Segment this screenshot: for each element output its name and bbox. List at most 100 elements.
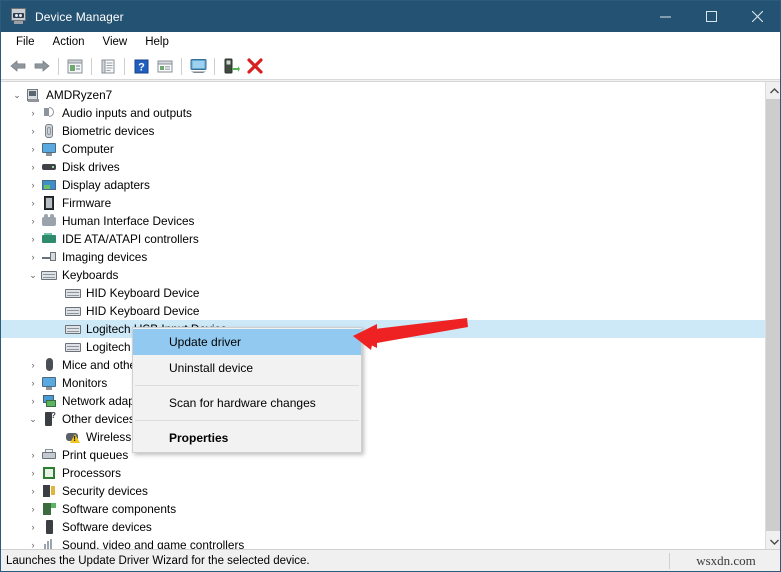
tree-row-audio[interactable]: › Audio inputs and outputs: [1, 104, 765, 122]
forward-icon[interactable]: [30, 55, 54, 78]
context-menu-item-properties[interactable]: Properties: [133, 425, 361, 451]
tree-item-label: Processors: [62, 466, 122, 480]
status-message: Launches the Update Driver Wizard for th…: [6, 554, 310, 567]
chevron-right-icon[interactable]: ›: [25, 522, 41, 532]
tree-item-label: Monitors: [62, 376, 108, 390]
chevron-right-icon[interactable]: ›: [25, 378, 41, 388]
chevron-down-icon[interactable]: ⌄: [25, 414, 41, 425]
chevron-right-icon[interactable]: ›: [25, 252, 41, 262]
help-icon[interactable]: ?: [129, 55, 153, 78]
chevron-right-icon[interactable]: ›: [25, 216, 41, 226]
chevron-right-icon[interactable]: ›: [25, 468, 41, 478]
menu-action[interactable]: Action: [44, 34, 94, 50]
chevron-right-icon[interactable]: ›: [25, 108, 41, 118]
watermark: wsxdn.com: [696, 552, 756, 568]
tree-row-processors[interactable]: › Processors: [1, 464, 765, 482]
tree-row-disk-drives[interactable]: › Disk drives: [1, 158, 765, 176]
tree-row-mice[interactable]: › Mice and other pointing devices: [1, 356, 765, 374]
uninstall-device-icon[interactable]: [243, 55, 267, 78]
chevron-right-icon[interactable]: ›: [25, 360, 41, 370]
chevron-down-icon[interactable]: ⌄: [25, 270, 41, 281]
keyboard-device-icon: [65, 339, 81, 355]
tree-item-label: Firmware: [62, 196, 112, 210]
chevron-right-icon[interactable]: ›: [25, 144, 41, 154]
update-driver-icon[interactable]: [219, 55, 243, 78]
tree-row-biometric[interactable]: › Biometric devices: [1, 122, 765, 140]
properties-icon[interactable]: [96, 55, 120, 78]
tree-row-computer[interactable]: › Computer: [1, 140, 765, 158]
tree-item-label: Disk drives: [62, 160, 120, 174]
keyboard-device-icon: [65, 321, 81, 337]
chevron-right-icon[interactable]: ›: [25, 198, 41, 208]
imaging-icon: [41, 249, 57, 265]
chevron-right-icon[interactable]: ›: [25, 234, 41, 244]
chevron-right-icon[interactable]: ›: [25, 162, 41, 172]
chevron-right-icon[interactable]: ›: [25, 126, 41, 136]
chevron-right-icon[interactable]: ›: [25, 450, 41, 460]
tree-row-keyboards[interactable]: ⌄ Keyboards: [1, 266, 765, 284]
tree-row-hid-keyboard-device-2[interactable]: HID Keyboard Device: [1, 302, 765, 320]
toolbar: ?: [1, 53, 780, 80]
tree-row-hid-keyboard-device-1[interactable]: HID Keyboard Device: [1, 284, 765, 302]
device-tree-panel: ⌄ AMDRyzen7 › Audio inputs and outputs ›…: [1, 81, 780, 550]
tree-item-label: Computer: [62, 142, 114, 156]
show-hide-console-tree-icon[interactable]: [63, 55, 87, 78]
disk-icon: [41, 159, 57, 175]
tree-row-sound-video-game-controllers[interactable]: › Sound, video and game controllers: [1, 536, 765, 550]
tree-row-other-devices[interactable]: ⌄ ? Other devices: [1, 410, 765, 428]
tree-row-print-queues[interactable]: › Print queues: [1, 446, 765, 464]
tree-row-logitech-usb-input-device-2[interactable]: Logitech USB Input Device: [1, 338, 765, 356]
tree-row-wireless-gamepad-f710[interactable]: Wireless Gamepad F710: [1, 428, 765, 446]
context-menu-separator: [135, 420, 359, 421]
context-menu-item-uninstall-device[interactable]: Uninstall device: [133, 355, 361, 381]
mouse-icon: [41, 357, 57, 373]
security-device-icon: [41, 483, 57, 499]
device-manager-icon: [10, 8, 27, 25]
tree-item-label: IDE ATA/ATAPI controllers: [62, 232, 199, 246]
tree-row-hid[interactable]: › Human Interface Devices: [1, 212, 765, 230]
tree-row-imaging[interactable]: › Imaging devices: [1, 248, 765, 266]
chevron-right-icon[interactable]: ›: [25, 504, 41, 514]
tree-row-monitors[interactable]: › Monitors: [1, 374, 765, 392]
close-button[interactable]: [734, 1, 780, 32]
tree-row-software-components[interactable]: › Software components: [1, 500, 765, 518]
scroll-down-button[interactable]: [766, 533, 780, 550]
tree-row-firmware[interactable]: › Firmware: [1, 194, 765, 212]
context-menu-item-update-driver[interactable]: Update driver: [133, 329, 361, 355]
tree-row-network-adapters[interactable]: › Network adapters: [1, 392, 765, 410]
toolbar-separator: [124, 57, 125, 75]
keyboard-device-icon: [65, 285, 81, 301]
tree-row-logitech-usb-input-device-1[interactable]: Logitech USB Input Device: [1, 320, 765, 338]
toolbar-separator: [214, 57, 215, 75]
svg-text:?: ?: [138, 61, 145, 73]
chevron-right-icon[interactable]: ›: [25, 396, 41, 406]
title-bar: Device Manager: [1, 1, 780, 32]
biometric-icon: [41, 123, 57, 139]
scan-for-hardware-changes-icon[interactable]: [186, 55, 210, 78]
tree-row-security-devices[interactable]: › Security devices: [1, 482, 765, 500]
scrollbar-thumb[interactable]: [766, 99, 780, 531]
chevron-right-icon[interactable]: ›: [25, 180, 41, 190]
ide-controller-icon: [41, 231, 57, 247]
menu-help[interactable]: Help: [136, 34, 178, 50]
context-menu-item-scan-for-hardware-changes[interactable]: Scan for hardware changes: [133, 390, 361, 416]
vertical-scrollbar[interactable]: [765, 82, 780, 550]
tree-row-root[interactable]: ⌄ AMDRyzen7: [1, 86, 765, 104]
device-tree[interactable]: ⌄ AMDRyzen7 › Audio inputs and outputs ›…: [1, 82, 765, 550]
context-menu: Update driver Uninstall device Scan for …: [132, 327, 362, 453]
tree-row-ide[interactable]: › IDE ATA/ATAPI controllers: [1, 230, 765, 248]
menu-file[interactable]: File: [7, 34, 44, 50]
chevron-down-icon[interactable]: ⌄: [9, 90, 25, 101]
tree-item-label: Biometric devices: [62, 124, 155, 138]
menu-view[interactable]: View: [94, 34, 137, 50]
chevron-right-icon[interactable]: ›: [25, 486, 41, 496]
tree-item-label: Keyboards: [62, 268, 119, 282]
back-icon[interactable]: [6, 55, 30, 78]
tree-row-display-adapters[interactable]: › Display adapters: [1, 176, 765, 194]
scroll-up-button[interactable]: [766, 82, 780, 99]
minimize-button[interactable]: [642, 1, 688, 32]
tree-row-software-devices[interactable]: › Software devices: [1, 518, 765, 536]
tree-item-label: Print queues: [62, 448, 129, 462]
maximize-button[interactable]: [688, 1, 734, 32]
view-details-icon[interactable]: [153, 55, 177, 78]
